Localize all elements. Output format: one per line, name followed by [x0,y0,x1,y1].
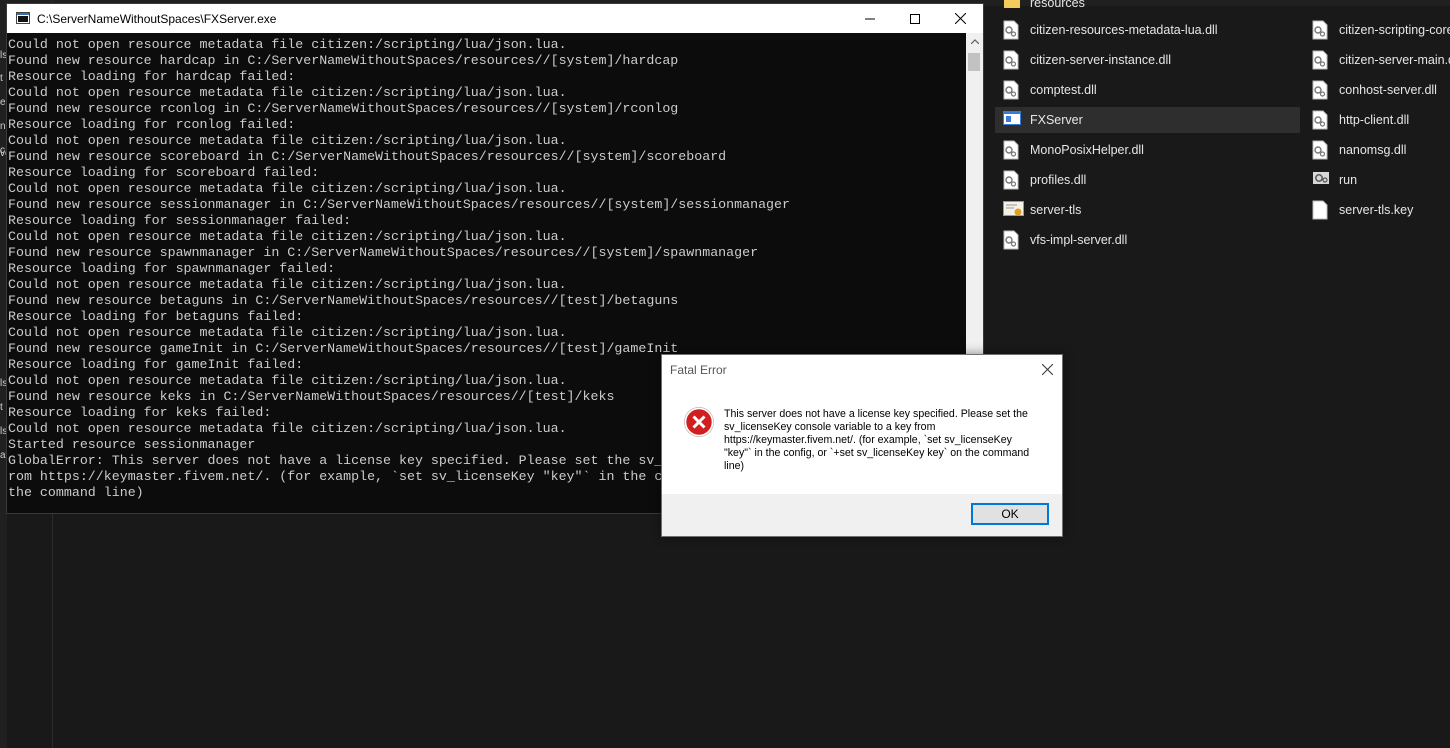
console-line: Could not open resource metadata file ci… [8,277,567,292]
console-line: Could not open resource metadata file ci… [8,37,567,52]
file-name: citizen-server-instance.dll [1030,53,1172,67]
file-name: server-tls [1030,203,1082,217]
scrollbar-thumb[interactable] [968,53,980,71]
nav-fragment: t [0,73,3,84]
file-item[interactable]: citizen-scripting-core [1304,17,1450,43]
file-name: citizen-resources-metadata-lua.dll [1030,23,1218,37]
console-line: Found new resource hardcap in C:/ServerN… [8,53,679,68]
close-button[interactable] [937,4,983,33]
dialog-close-button[interactable] [1032,355,1062,383]
blank-file-icon [1312,200,1330,220]
dll-file-icon [1003,230,1021,250]
scroll-up-arrow[interactable] [966,33,983,50]
file-name: MonoPosixHelper.dll [1030,143,1144,157]
file-item[interactable]: vfs-impl-server.dll [995,227,1300,253]
close-icon [1041,363,1053,375]
file-name: resources [1030,0,1085,10]
file-item[interactable]: citizen-server-main.dl [1304,47,1450,73]
fatal-error-dialog[interactable]: Fatal Error This server does not have a … [661,354,1063,537]
dialog-title: Fatal Error [670,363,727,377]
file-name: comptest.dll [1030,83,1097,97]
nav-fragment: n [0,121,6,132]
file-item[interactable]: MonoPosixHelper.dll [995,137,1300,163]
file-name: citizen-server-main.dl [1339,53,1450,67]
dll-file-icon [1003,20,1021,40]
exe-app-icon [1003,110,1021,130]
certificate-icon [1003,200,1024,220]
console-line: Resource loading for rconlog failed: [8,117,296,132]
file-item[interactable]: comptest.dll [995,77,1300,103]
file-name: server-tls.key [1339,203,1414,217]
file-name: FXServer [1030,113,1083,127]
file-item[interactable]: nanomsg.dll [1304,137,1450,163]
file-name: nanomsg.dll [1339,143,1407,157]
nav-fragment: t [0,402,3,413]
ok-button[interactable]: OK [971,503,1049,525]
console-line: Could not open resource metadata file ci… [8,85,567,100]
folder-icon [1003,0,1021,13]
dialog-footer: OK [662,494,1062,536]
console-line: Found new resource sessionmanager in C:/… [8,197,790,212]
minimize-button[interactable] [847,4,893,33]
dll-file-icon [1312,110,1330,130]
dll-file-icon [1312,20,1330,40]
file-name: profiles.dll [1030,173,1087,187]
console-title-bar[interactable]: C:\ServerNameWithoutSpaces\FXServer.exe [7,4,983,33]
console-line: Found new resource spawnmanager in C:/Se… [8,245,759,260]
maximize-button[interactable] [892,4,938,33]
console-line: Could not open resource metadata file ci… [8,181,567,196]
close-icon [954,13,966,24]
maximize-icon [910,13,920,24]
chevron-up-icon [970,39,979,44]
console-title: C:\ServerNameWithoutSpaces\FXServer.exe [37,12,277,26]
file-item[interactable]: FXServer [995,107,1300,133]
file-item[interactable]: http-client.dll [1304,107,1450,133]
error-icon [684,407,714,437]
file-item[interactable]: server-tls.key [1304,197,1450,223]
console-line: Found new resource scoreboard in C:/Serv… [8,149,727,164]
file-name: vfs-impl-server.dll [1030,233,1128,247]
dll-file-icon [1312,80,1330,100]
console-line: Resource loading for betaguns failed: [8,309,304,324]
minimize-icon [865,18,875,19]
console-line: Resource loading for sessionmanager fail… [8,213,352,228]
dialog-message: This server does not have a license key … [724,408,1030,472]
dll-file-icon [1312,50,1330,70]
file-item[interactable]: resources [995,0,1300,16]
nav-fragment: e [0,97,6,108]
file-name: http-client.dll [1339,113,1410,127]
batch-file-icon [1312,170,1330,190]
file-name: citizen-scripting-core [1339,23,1450,37]
file-item[interactable]: conhost-server.dll [1304,77,1450,103]
file-name: run [1339,173,1358,187]
console-line: Found new resource betaguns in C:/Server… [8,293,679,308]
console-line: Could not open resource metadata file ci… [8,229,567,244]
file-item[interactable]: citizen-server-instance.dll [995,47,1300,73]
file-name: conhost-server.dll [1339,83,1437,97]
console-line: Could not open resource metadata file ci… [8,133,567,148]
console-app-icon [16,12,30,24]
dll-file-icon [1312,140,1330,160]
console-line: Resource loading for hardcap failed: [8,69,296,84]
dll-file-icon [1003,170,1021,190]
console-line: Could not open resource metadata file ci… [8,325,567,340]
dll-file-icon [1003,140,1021,160]
console-line: Found new resource rconlog in C:/ServerN… [8,101,679,116]
file-item[interactable]: server-tls [995,197,1300,223]
file-item[interactable]: profiles.dll [995,167,1300,193]
console-line: Resource loading for spawnmanager failed… [8,261,336,276]
dll-file-icon [1003,80,1021,100]
file-item[interactable]: citizen-resources-metadata-lua.dll [995,17,1300,43]
console-line: Resource loading for scoreboard failed: [8,165,320,180]
explorer-file-list: resources citizen-resources-metadata-lua.… [995,0,1450,260]
dll-file-icon [1003,50,1021,70]
file-item[interactable]: run [1304,167,1450,193]
